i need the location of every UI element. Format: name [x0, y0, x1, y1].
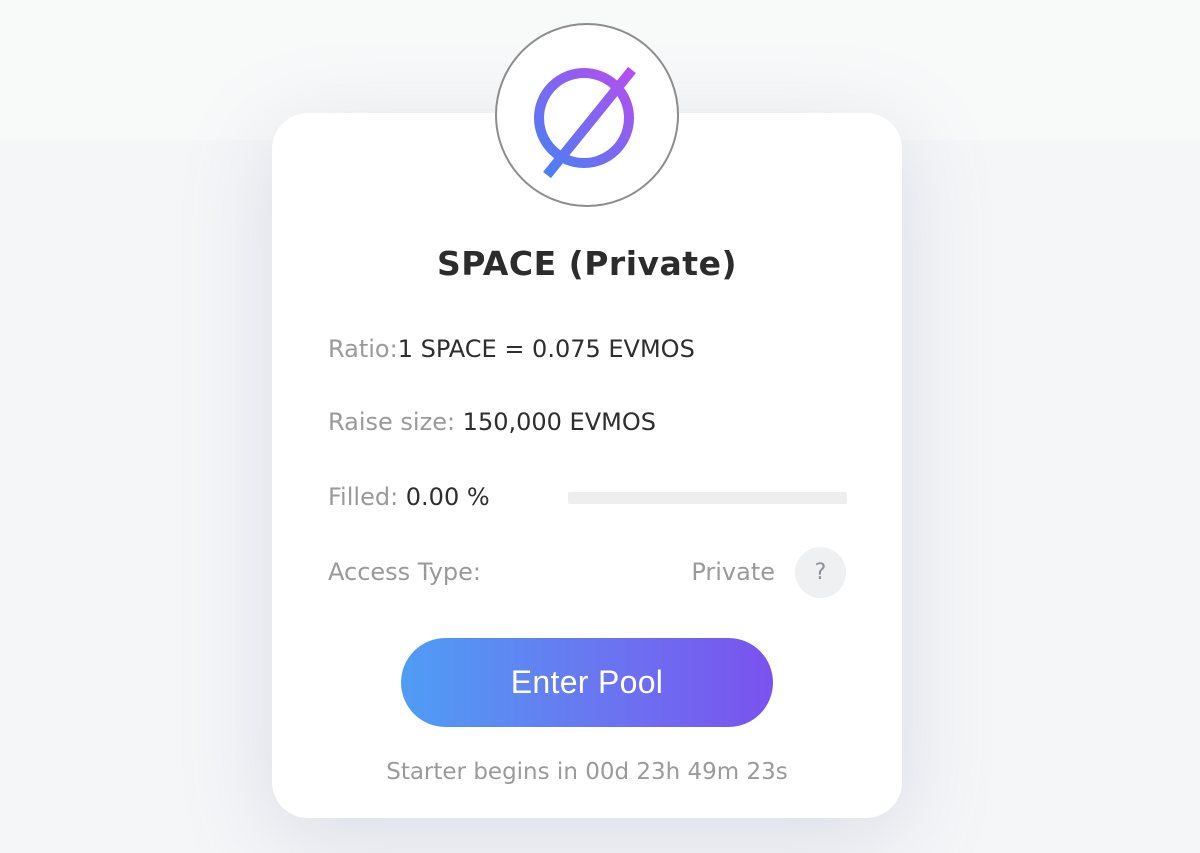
- enter-pool-button[interactable]: Enter Pool: [401, 638, 773, 727]
- starter-countdown: Starter begins in 00d 23h 49m 23s: [386, 759, 788, 785]
- filled-value: 0.00 %: [405, 483, 490, 511]
- ratio-label: Ratio:: [328, 335, 398, 363]
- space-token-logo-icon: [534, 66, 636, 179]
- filled-row: Filled: 0.00 %: [328, 480, 490, 514]
- raise-size-row: Raise size: 150,000 EVMOS: [328, 405, 656, 439]
- access-type-label: Access Type:: [328, 558, 481, 586]
- filled-progress-bar: [568, 492, 847, 504]
- ratio-row: Ratio:1 SPACE = 0.075 EVMOS: [328, 332, 695, 366]
- ratio-value: 1 SPACE = 0.075 EVMOS: [397, 335, 695, 363]
- filled-label: Filled:: [328, 483, 406, 511]
- access-type-help-button[interactable]: ?: [795, 547, 846, 598]
- access-type-row: Access Type:: [328, 555, 481, 589]
- pool-title: SPACE (Private): [436, 244, 738, 283]
- access-type-value: Private: [691, 558, 775, 586]
- raise-size-value: 150,000 EVMOS: [462, 408, 656, 436]
- token-logo: [495, 23, 679, 207]
- raise-size-label: Raise size:: [328, 408, 463, 436]
